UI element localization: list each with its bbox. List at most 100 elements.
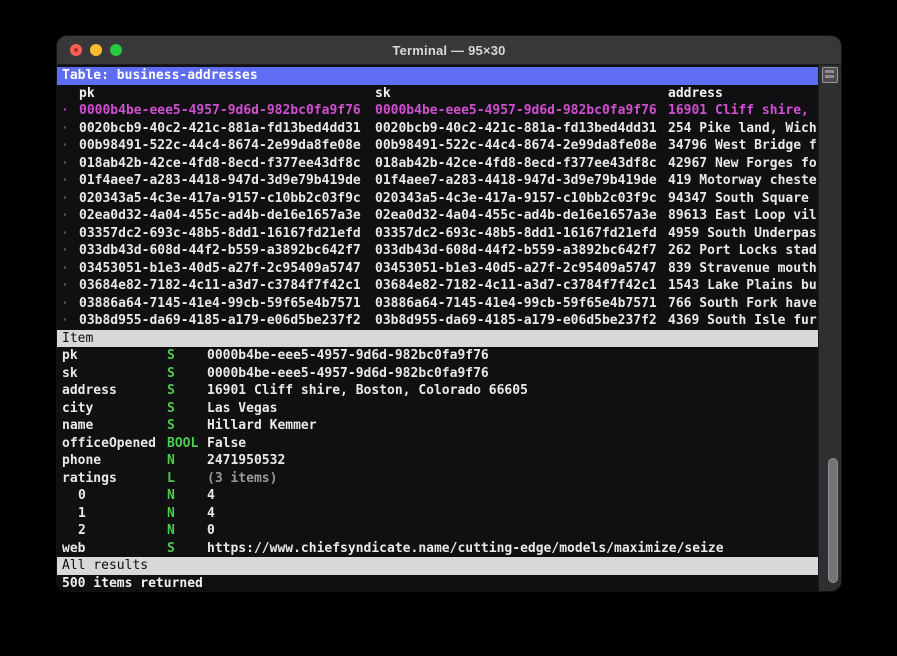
attribute-type: S <box>167 348 175 363</box>
item-attribute-row: officeOpened BOOL False <box>57 435 818 453</box>
cell-pk: 033db43d-608d-44f2-b559-a3892bc642f7 <box>79 243 361 258</box>
cell-sk: 00b98491-522c-44c4-8674-2e99da8fe08e <box>375 138 657 153</box>
minimize-button[interactable] <box>90 44 102 56</box>
attribute-type: N <box>167 453 175 468</box>
table-row[interactable]: · 018ab42b-42ce-4fd8-8ecd-f377ee43df8c 0… <box>57 155 818 173</box>
status-text: 500 items returned <box>62 575 203 591</box>
table-row[interactable]: · 01f4aee7-a283-4418-947d-3d9e79b419de 0… <box>57 172 818 190</box>
table-row[interactable]: · 03357dc2-693c-48b5-8dd1-16167fd21efd 0… <box>57 225 818 243</box>
row-bullet-icon: · <box>61 120 69 136</box>
attribute-value: 4 <box>207 505 215 521</box>
cell-sk: 03357dc2-693c-48b5-8dd1-16167fd21efd <box>375 225 657 241</box>
attribute-value: 4 <box>207 488 215 503</box>
attribute-value: 16901 Cliff shire, Boston, Colorado 6660… <box>207 383 528 398</box>
table-row[interactable]: · 03b8d955-da69-4185-a179-e06d5be237f2 0… <box>57 312 818 330</box>
desktop-background: Terminal — 95×30 Table: business-address… <box>0 0 897 656</box>
attribute-value: 0000b4be-eee5-4957-9d6d-982bc0fa9f76 <box>207 365 489 381</box>
cell-pk: 0020bcb9-40c2-421c-881a-fd13bed4dd31 <box>79 120 361 136</box>
item-attribute-row: pk S 0000b4be-eee5-4957-9d6d-982bc0fa9f7… <box>57 347 818 365</box>
row-bullet-icon: · <box>61 155 69 171</box>
attribute-name: 1 <box>78 505 86 521</box>
attribute-value: Hillard Kemmer <box>207 418 317 433</box>
cell-address: 262 Port Locks stad <box>668 243 817 258</box>
row-bullet-icon: · <box>61 103 69 118</box>
table-row[interactable]: · 03886a64-7145-41e4-99cb-59f65e4b7571 0… <box>57 295 818 313</box>
attribute-type: S <box>167 400 175 416</box>
cell-pk: 03357dc2-693c-48b5-8dd1-16167fd21efd <box>79 225 361 241</box>
column-header-address: address <box>668 85 723 101</box>
attribute-type: N <box>167 523 175 538</box>
results-label: All results <box>62 558 149 573</box>
cell-address: 34796 West Bridge f <box>668 138 817 153</box>
row-bullet-icon: · <box>61 243 69 258</box>
row-bullet-icon: · <box>61 225 69 241</box>
item-attribute-row: city S Las Vegas <box>57 400 818 418</box>
column-header-sk: sk <box>375 85 391 101</box>
cell-address: 94347 South Square <box>668 190 809 206</box>
status-row: 500 items returned <box>57 575 818 592</box>
item-attribute-row: 1 N 4 <box>57 505 818 523</box>
table-row[interactable]: · 0020bcb9-40c2-421c-881a-fd13bed4dd31 0… <box>57 120 818 138</box>
table-row[interactable]: · 033db43d-608d-44f2-b559-a3892bc642f7 0… <box>57 242 818 260</box>
cell-pk: 018ab42b-42ce-4fd8-8ecd-f377ee43df8c <box>79 155 361 171</box>
cell-pk: 03684e82-7182-4c11-a3d7-c3784f7f42c1 <box>79 278 361 293</box>
cell-pk: 020343a5-4c3e-417a-9157-c10bb2c03f9c <box>79 190 361 206</box>
terminal-content-area: Table: business-addresses pk sk address … <box>57 65 841 591</box>
cell-address: 16901 Cliff shire, <box>668 103 809 118</box>
cell-address: 4369 South Isle fur <box>668 313 817 328</box>
item-attribute-row: 0 N 4 <box>57 487 818 505</box>
item-attribute-row: name S Hillard Kemmer <box>57 417 818 435</box>
item-header-label: Item <box>62 330 94 346</box>
cell-sk: 020343a5-4c3e-417a-9157-c10bb2c03f9c <box>375 190 657 206</box>
item-attribute-row: 2 N 0 <box>57 522 818 540</box>
attribute-name: pk <box>62 348 78 363</box>
titlebar[interactable]: Terminal — 95×30 <box>57 36 841 65</box>
table-row[interactable]: · 03684e82-7182-4c11-a3d7-c3784f7f42c1 0… <box>57 277 818 295</box>
item-attribute-row: web S https://www.chiefsyndicate.name/cu… <box>57 540 818 558</box>
split-pane-button[interactable] <box>822 67 838 83</box>
row-bullet-icon: · <box>61 190 69 206</box>
cell-address: 1543 Lake Plains bu <box>668 278 817 293</box>
cell-sk: 033db43d-608d-44f2-b559-a3892bc642f7 <box>375 243 657 258</box>
cell-address: 42967 New Forges fo <box>668 155 817 171</box>
attribute-type: N <box>167 505 175 521</box>
column-header-row: pk sk address <box>57 85 818 103</box>
attribute-name: sk <box>62 365 78 381</box>
cell-pk: 03886a64-7145-41e4-99cb-59f65e4b7571 <box>79 295 361 311</box>
attribute-type: BOOL <box>167 435 199 451</box>
table-title-bar: Table: business-addresses <box>57 67 818 85</box>
table-row[interactable]: · 02ea0d32-4a04-455c-ad4b-de16e1657a3e 0… <box>57 207 818 225</box>
cell-sk: 0020bcb9-40c2-421c-881a-fd13bed4dd31 <box>375 120 657 136</box>
table-row[interactable]: · 00b98491-522c-44c4-8674-2e99da8fe08e 0… <box>57 137 818 155</box>
attribute-name: ratings <box>62 470 117 486</box>
cell-address: 419 Motorway cheste <box>668 173 817 188</box>
item-attribute-row: phone N 2471950532 <box>57 452 818 470</box>
attribute-name: 2 <box>78 523 86 538</box>
attribute-value: (3 items) <box>207 470 278 486</box>
table-title: Table: business-addresses <box>62 68 258 83</box>
table-row[interactable]: · 020343a5-4c3e-417a-9157-c10bb2c03f9c 0… <box>57 190 818 208</box>
scrollbar-thumb[interactable] <box>828 458 838 583</box>
table-row[interactable]: · 0000b4be-eee5-4957-9d6d-982bc0fa9f76 0… <box>57 102 818 120</box>
cell-address: 839 Stravenue mouth <box>668 260 817 276</box>
attribute-type: L <box>167 470 175 486</box>
traffic-lights <box>70 36 122 64</box>
cell-address: 766 South Fork have <box>668 295 817 311</box>
attribute-type: S <box>167 418 175 433</box>
close-button[interactable] <box>70 44 82 56</box>
attribute-value: False <box>207 435 247 451</box>
table-row[interactable]: · 03453051-b1e3-40d5-a27f-2c95409a5747 0… <box>57 260 818 278</box>
cell-sk: 03453051-b1e3-40d5-a27f-2c95409a5747 <box>375 260 657 276</box>
cell-pk: 03b8d955-da69-4185-a179-e06d5be237f2 <box>79 313 361 328</box>
terminal-screen: Table: business-addresses pk sk address … <box>57 65 818 591</box>
scrollbar-track[interactable] <box>818 65 841 591</box>
cell-pk: 01f4aee7-a283-4418-947d-3d9e79b419de <box>79 173 361 188</box>
attribute-value: https://www.chiefsyndicate.name/cutting-… <box>207 540 724 556</box>
column-header-pk: pk <box>79 85 95 101</box>
zoom-button[interactable] <box>110 44 122 56</box>
cell-sk: 02ea0d32-4a04-455c-ad4b-de16e1657a3e <box>375 208 657 223</box>
attribute-type: N <box>167 488 175 503</box>
results-bar: All results <box>57 557 818 575</box>
attribute-type: S <box>167 383 175 398</box>
item-attribute-row: sk S 0000b4be-eee5-4957-9d6d-982bc0fa9f7… <box>57 365 818 383</box>
